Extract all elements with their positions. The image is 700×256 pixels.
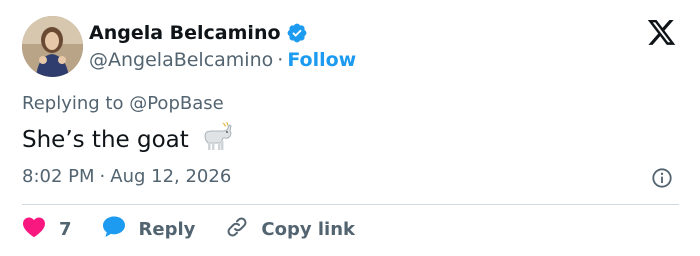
author-display-name[interactable]: Angela Belcamino: [89, 22, 281, 44]
follow-button[interactable]: Follow: [287, 49, 356, 71]
divider: [22, 204, 679, 205]
separator-dot: ·: [99, 166, 106, 187]
action-bar: 7 Reply Copy link: [22, 215, 355, 243]
tweet-date: Aug 12, 2026: [110, 166, 232, 187]
like-button[interactable]: 7: [22, 216, 72, 243]
replying-to-mention[interactable]: @PopBase: [129, 93, 223, 114]
replying-to-prefix: Replying to: [22, 93, 124, 114]
like-count: 7: [59, 218, 72, 240]
link-icon: [225, 215, 249, 244]
tweet-time: 8:02 PM: [22, 166, 95, 187]
timestamp[interactable]: 8:02 PM · Aug 12, 2026: [22, 166, 231, 187]
heart-icon: [22, 216, 46, 243]
x-logo-icon[interactable]: [646, 20, 677, 52]
author-handle[interactable]: @AngelaBelcamino: [89, 49, 273, 71]
verified-badge-icon: [286, 22, 308, 44]
author-name-row: Angela Belcamino: [89, 22, 308, 44]
reply-button[interactable]: Reply: [102, 215, 196, 243]
goat-emoji: 🐐: [199, 121, 233, 158]
copy-link-label: Copy link: [261, 218, 355, 240]
info-icon[interactable]: [651, 167, 673, 193]
reply-label: Reply: [138, 218, 196, 240]
copy-link-button[interactable]: Copy link: [225, 215, 355, 244]
avatar[interactable]: [22, 16, 83, 77]
author-handle-row: @AngelaBelcamino · Follow: [89, 49, 356, 71]
tweet-body: She’s the goat: [22, 127, 189, 153]
replying-to-line: Replying to @PopBase: [22, 93, 224, 114]
separator-dot: ·: [277, 49, 284, 71]
speech-bubble-icon: [102, 215, 126, 243]
tweet-text: She’s the goat 🐐: [22, 121, 233, 158]
